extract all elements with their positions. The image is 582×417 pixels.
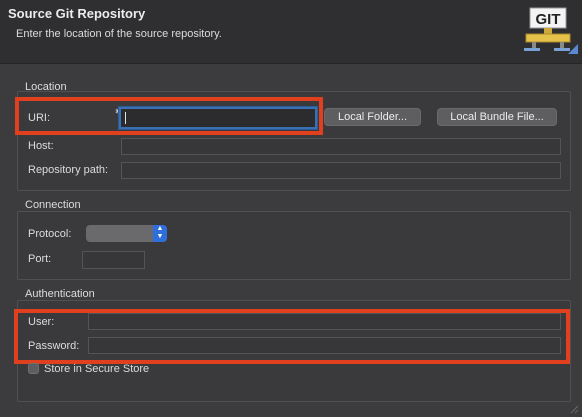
page-title: Source Git Repository bbox=[8, 6, 146, 21]
authentication-group-title: Authentication bbox=[25, 288, 95, 300]
wizard-header: Source Git Repository Enter the location… bbox=[0, 0, 582, 64]
secure-store-checkbox[interactable] bbox=[28, 363, 39, 374]
connection-group bbox=[17, 211, 571, 280]
port-input[interactable] bbox=[82, 251, 145, 269]
git-logo-icon: GIT bbox=[524, 4, 580, 60]
user-label: User: bbox=[28, 316, 55, 328]
uri-input[interactable] bbox=[119, 107, 317, 129]
resize-grip-icon[interactable] bbox=[569, 404, 579, 414]
protocol-select[interactable]: ▲ ▼ bbox=[86, 225, 167, 242]
host-input[interactable] bbox=[121, 138, 561, 155]
text-caret bbox=[125, 112, 126, 124]
chevron-updown-icon: ▲ ▼ bbox=[153, 225, 167, 242]
connection-group-title: Connection bbox=[25, 199, 81, 211]
host-label: Host: bbox=[28, 140, 54, 152]
user-input[interactable] bbox=[88, 313, 561, 330]
repository-path-label: Repository path: bbox=[28, 164, 109, 176]
local-bundle-file-button[interactable]: Local Bundle File... bbox=[437, 108, 557, 126]
git-logo-text: GIT bbox=[536, 11, 561, 28]
local-folder-button[interactable]: Local Folder... bbox=[324, 108, 421, 126]
password-input[interactable] bbox=[88, 337, 561, 354]
password-label: Password: bbox=[28, 340, 80, 352]
location-group-title: Location bbox=[25, 81, 67, 93]
port-label: Port: bbox=[28, 253, 52, 265]
page-description: Enter the location of the source reposit… bbox=[16, 28, 222, 40]
protocol-label: Protocol: bbox=[28, 228, 72, 240]
repository-path-input[interactable] bbox=[121, 162, 561, 179]
secure-store-label: Store in Secure Store bbox=[44, 363, 150, 375]
uri-label: URI: bbox=[28, 112, 50, 124]
